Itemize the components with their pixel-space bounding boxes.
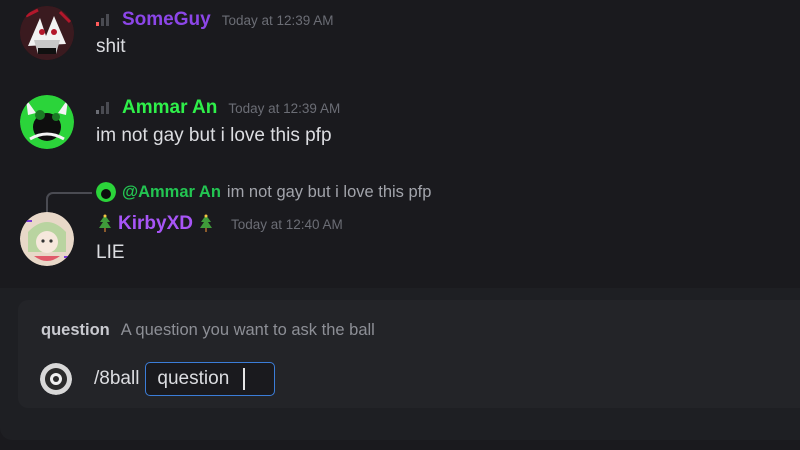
avatar[interactable]	[20, 95, 74, 149]
command-name: /8ball	[94, 368, 140, 389]
christmas-tree-icon	[199, 214, 212, 232]
option-field-label: question	[157, 368, 230, 389]
signal-icon	[96, 102, 109, 114]
message-content: im not gay but i love this pfp	[96, 125, 332, 146]
text-caret	[243, 368, 245, 390]
option-description: A question you want to ask the ball	[120, 320, 375, 339]
timestamp: Today at 12:39 AM	[228, 100, 341, 116]
reply-preview[interactable]: @Ammar An im not gay but i love this pfp	[96, 181, 431, 203]
timestamp: Today at 12:39 AM	[221, 12, 334, 28]
username[interactable]: SomeGuy	[122, 9, 211, 31]
christmas-tree-icon	[99, 214, 111, 232]
command-input-row: /8ball question	[40, 362, 276, 396]
reply-mention[interactable]: @Ammar An	[122, 183, 221, 202]
username[interactable]: KirbyXD	[118, 213, 193, 235]
message-header: Ammar An Today at 12:39 AM	[96, 96, 340, 120]
message-content: LIE	[96, 242, 125, 263]
avatar[interactable]	[20, 212, 74, 266]
signal-icon	[96, 14, 109, 26]
username[interactable]: Ammar An	[122, 97, 217, 119]
timestamp: Today at 12:40 AM	[230, 216, 343, 232]
reply-connector	[46, 192, 92, 214]
option-name: question	[41, 320, 110, 339]
avatar[interactable]	[20, 6, 74, 60]
message-content: shit	[96, 36, 126, 57]
message-header: SomeGuy Today at 12:39 AM	[96, 8, 334, 32]
question-option-field[interactable]: question	[145, 362, 276, 396]
message-header: KirbyXD Today at 12:40 AM	[96, 212, 343, 236]
bot-app-icon	[40, 363, 72, 395]
reply-text: im not gay but i love this pfp	[226, 182, 432, 201]
reply-avatar	[96, 182, 116, 202]
chat-view: SomeGuy Today at 12:39 AM shit Ammar An …	[0, 0, 800, 450]
option-hint: question A question you want to ask the …	[41, 318, 375, 342]
